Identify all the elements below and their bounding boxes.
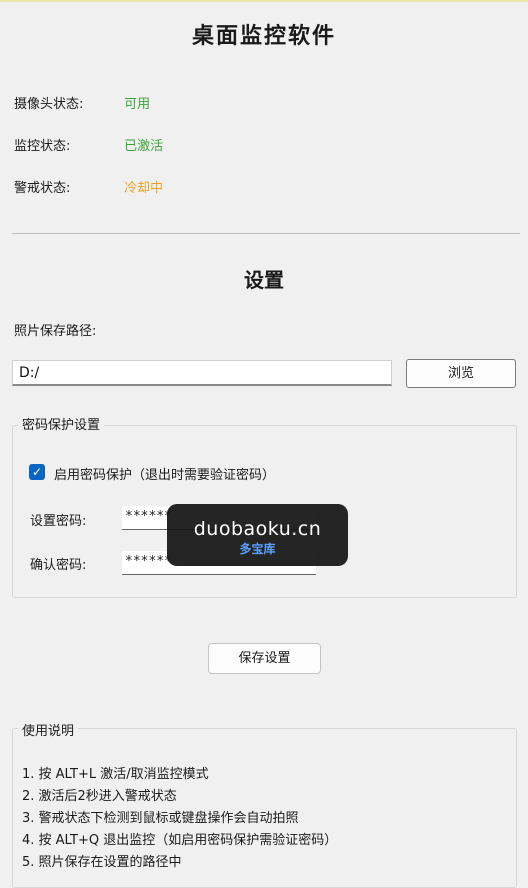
monitor-status-value: 已激活 xyxy=(124,139,164,154)
watermark-brand: 多宝库 xyxy=(239,542,276,556)
watermark-domain: duobaoku.cn xyxy=(193,518,322,540)
monitor-status-row: 监控状态: 已激活 xyxy=(14,135,163,154)
usage-line: 1. 按 ALT+L 激活/取消监控模式 xyxy=(22,767,209,782)
monitor-status-label: 监控状态: xyxy=(14,139,71,154)
camera-status-value: 可用 xyxy=(124,97,151,112)
enable-password-label[interactable]: 启用密码保护（退出时需要验证密码） xyxy=(54,464,275,483)
password-group-title: 密码保护设置 xyxy=(18,414,105,433)
set-password-label: 设置密码: xyxy=(30,514,87,529)
enable-password-checkbox[interactable]: ✓ xyxy=(29,464,45,480)
usage-line: 4. 按 ALT+Q 退出监控（如启用密码保护需验证密码） xyxy=(22,833,338,848)
alert-status-row: 警戒状态: 冷却中 xyxy=(14,177,163,196)
usage-line: 3. 警戒状态下检测到鼠标或键盘操作会自动拍照 xyxy=(22,811,299,826)
confirm-password-label: 确认密码: xyxy=(30,558,87,573)
usage-group-title: 使用说明 xyxy=(18,720,79,739)
watermark-badge: duobaoku.cn 多宝库 xyxy=(167,504,348,566)
window-top-edge xyxy=(0,0,528,2)
camera-status-label: 摄像头状态: xyxy=(14,97,84,112)
alert-status-label: 警戒状态: xyxy=(14,181,71,196)
browse-button[interactable]: 浏览 xyxy=(406,359,516,388)
save-path-input[interactable] xyxy=(12,360,392,386)
alert-status-value: 冷却中 xyxy=(124,181,164,196)
usage-line: 5. 照片保存在设置的路径中 xyxy=(22,855,182,870)
save-path-label: 照片保存路径: xyxy=(14,324,97,339)
app-title: 桌面监控软件 xyxy=(191,24,336,49)
camera-status-row: 摄像头状态: 可用 xyxy=(14,93,150,112)
usage-line: 2. 激活后2秒进入警戒状态 xyxy=(22,789,177,804)
divider xyxy=(12,233,520,234)
save-settings-button[interactable]: 保存设置 xyxy=(208,643,321,674)
settings-heading: 设置 xyxy=(244,268,284,292)
